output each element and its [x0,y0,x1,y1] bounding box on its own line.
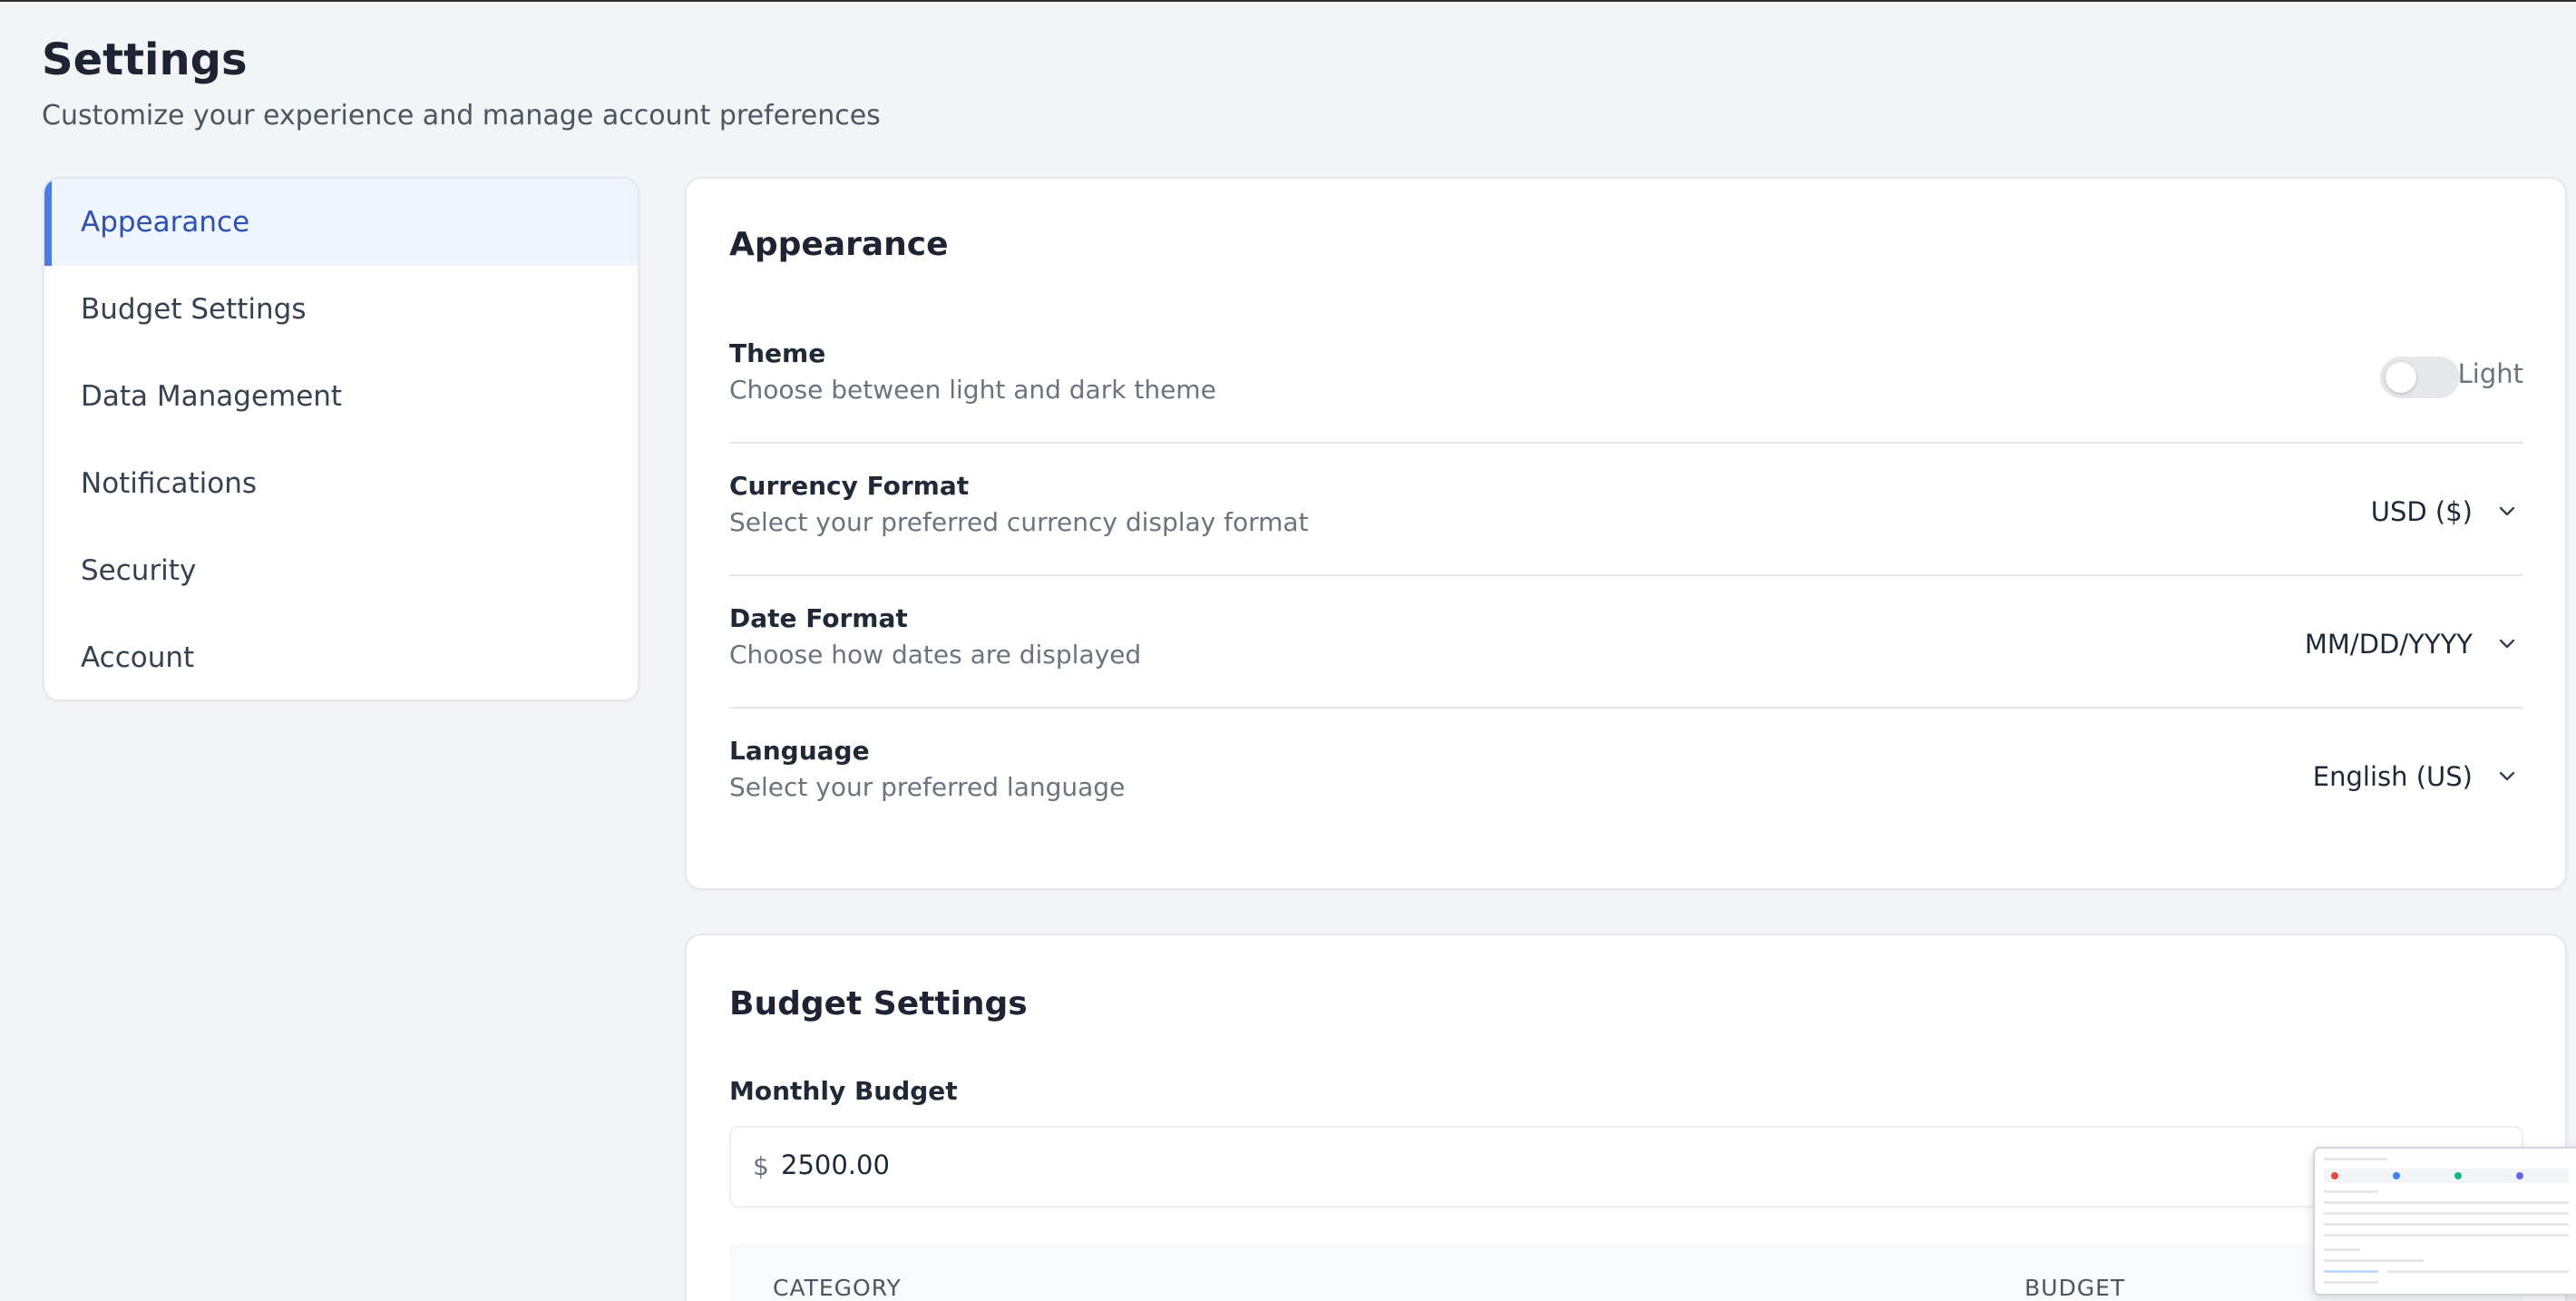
budget-settings-card: Budget Settings Monthly Budget $ 2500.00… [685,934,2567,1301]
currency-label: Currency Format [729,471,970,501]
thumbnail-dot [2516,1172,2523,1179]
appearance-card: Appearance Theme Choose between light an… [685,177,2567,890]
thumbnail-line [2324,1270,2378,1273]
sidebar-item-label: Notifications [81,467,258,500]
sidebar-item-label: Budget Settings [81,293,307,326]
thumbnail-dot [2331,1172,2338,1179]
theme-description: Choose between light and dark theme [729,375,1216,405]
thumbnail-line [2324,1234,2569,1237]
thumbnail-line [2324,1158,2387,1160]
sidebar-item-budget-settings[interactable]: Budget Settings [44,266,638,353]
theme-setting-row: Theme Choose between light and dark them… [729,311,2523,444]
monthly-budget-input[interactable]: $ 2500.00 [729,1126,2523,1208]
budget-table-header: CATEGORY BUDGET [729,1244,2523,1301]
date-description: Choose how dates are displayed [729,640,1142,670]
monthly-budget-value: 2500.00 [781,1149,890,1180]
sidebar-item-notifications[interactable]: Notifications [44,440,638,527]
chevron-down-icon [2499,639,2515,649]
thumbnail-line [2387,1270,2569,1273]
page-title: Settings [42,34,248,85]
thumbnail-line [2324,1190,2378,1193]
theme-label: Theme [729,338,826,368]
thumbnail-line [2324,1212,2569,1215]
sidebar-item-account[interactable]: Account [44,614,638,699]
currency-prefix: $ [753,1151,769,1181]
sidebar-item-label: Account [81,641,195,674]
thumbnail-line [2324,1259,2424,1262]
chevron-down-icon [2499,771,2515,781]
appearance-title: Appearance [729,226,949,263]
page-header: Settings Customize your experience and m… [42,33,881,134]
thumbnail-line [2324,1248,2360,1251]
thumbnail-line [2324,1281,2378,1284]
thumbnail-dot [2454,1172,2462,1179]
currency-description: Select your preferred currency display f… [729,507,1309,537]
sidebar-item-security[interactable]: Security [44,527,638,614]
date-setting-row: Date Format Choose how dates are display… [729,576,2523,709]
sidebar-item-label: Security [81,554,197,587]
currency-setting-row: Currency Format Select your preferred cu… [729,444,2523,576]
date-select-value: MM/DD/YYYY [2304,629,2473,660]
thumbnail-line [2324,1223,2569,1226]
sidebar-item-data-management[interactable]: Data Management [44,353,638,440]
sidebar-item-label: Appearance [81,206,250,239]
date-label: Date Format [729,603,908,633]
column-header-budget: BUDGET [2025,1275,2126,1301]
settings-sidebar: Appearance Budget Settings Data Manageme… [43,177,639,701]
theme-toggle-text: Light [2457,358,2523,389]
toggle-knob [2386,362,2416,393]
column-header-category: CATEGORY [773,1275,902,1301]
thumbnail-block [2324,1169,2569,1183]
date-format-select[interactable]: MM/DD/YYYY [2197,612,2523,676]
sidebar-item-appearance[interactable]: Appearance [44,179,638,266]
thumbnail-dot [2393,1172,2400,1179]
budget-settings-title: Budget Settings [729,985,1028,1022]
currency-select[interactable]: USD ($) [2197,480,2523,543]
sidebar-item-label: Data Management [81,380,343,413]
language-setting-row: Language Select your preferred language … [729,709,2523,841]
chevron-down-icon [2499,506,2515,516]
language-label: Language [729,736,870,766]
theme-toggle[interactable] [2380,357,2460,398]
language-description: Select your preferred language [729,772,1126,802]
currency-select-value: USD ($) [2370,496,2473,527]
language-select[interactable]: English (US) [2197,745,2523,808]
monthly-budget-label: Monthly Budget [729,1076,958,1106]
thumbnail-line [2324,1201,2569,1204]
screenshot-thumbnail[interactable] [2313,1147,2576,1296]
language-select-value: English (US) [2312,761,2473,792]
page-subtitle: Customize your experience and manage acc… [42,100,881,132]
